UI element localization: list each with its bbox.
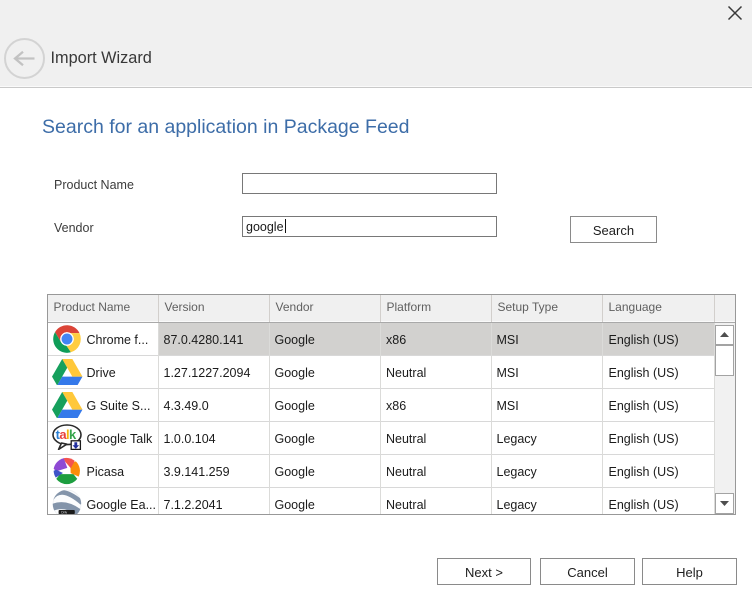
svg-text:Driv: Driv (61, 510, 67, 514)
svg-text:talk: talk (56, 427, 77, 442)
